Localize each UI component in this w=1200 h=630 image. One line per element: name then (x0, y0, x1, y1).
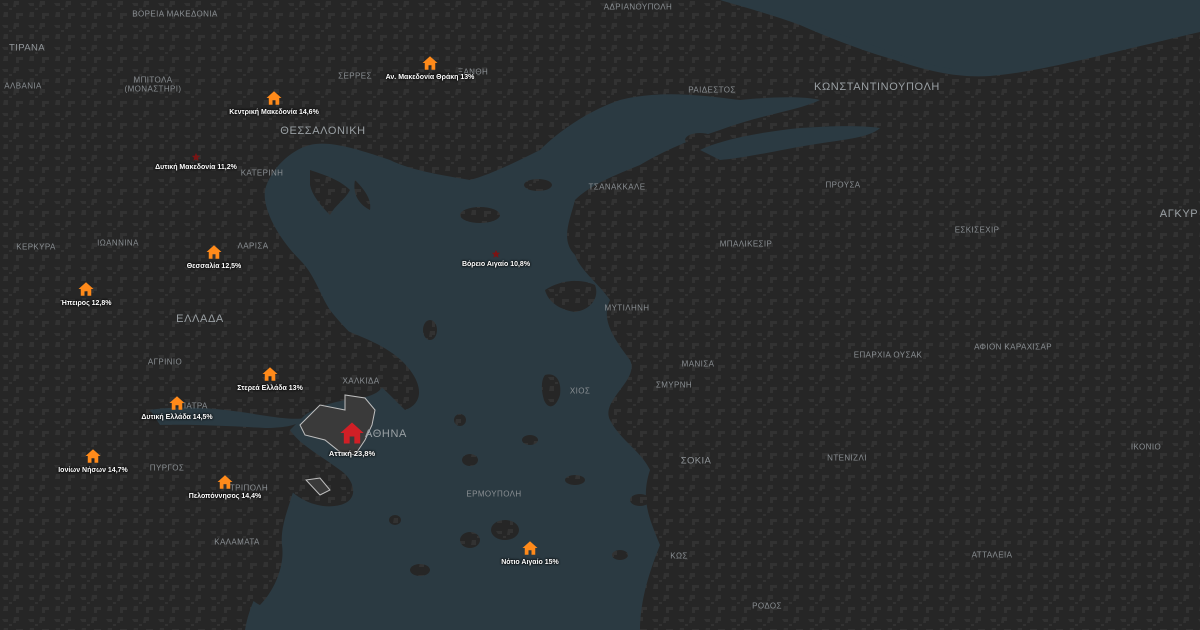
marker-label: Θεσσαλία 12,5% (186, 263, 242, 270)
marker-label: Αν. Μακεδονία Θράκη 13% (385, 74, 475, 81)
marker-label: Ήπειρος 12,8% (60, 300, 112, 307)
place-tsanakkale: ΤΣΑΝΑΚΚΑΛΕ (588, 182, 646, 192)
marker-label: Δυτική Μακεδονία 11,2% (155, 164, 237, 171)
place-smyrni: ΣΜΥΡΝΗ (655, 380, 693, 390)
place-kalamata: ΚΑΛΑΜΑΤΑ (214, 537, 260, 547)
place-manisa: ΜΑΝΙΣΑ (681, 359, 715, 369)
place-larisa: ΛΑΡΙΣΑ (237, 241, 269, 251)
place-ikonio: ΙΚΟΝΙΟ (1130, 442, 1162, 452)
marker-label: Κεντρική Μακεδονία 14,6% (229, 109, 319, 116)
place-eparchia-ousak: ΕΠΑΡΧΙΑ ΟΥΣΑΚ (853, 350, 923, 360)
place-soke: ΣΟΚΙΑ (680, 455, 712, 467)
place-prousa: ΠΡΟΥΣΑ (825, 180, 861, 190)
place-pyrgos: ΠΥΡΓΟΣ (149, 463, 185, 473)
map-canvas[interactable]: ΒΟΡΕΙΑ ΜΑΚΕΔΟΝΙΑ ΤΙΡΑΝΑ ΑΛΒΑΝΙΑ ΜΠΙΤΟΛΑ … (0, 0, 1200, 630)
place-tirana: ΤΙΡΑΝΑ (8, 42, 46, 54)
place-tripoli: ΤΡΙΠΟΛΗ (229, 483, 269, 493)
place-raidestos: ΡΑΙΔΕΣΤΟΣ (688, 85, 736, 95)
house-icon (340, 422, 364, 444)
place-kos: ΚΩΣ (670, 551, 688, 561)
house-icon (522, 541, 538, 555)
star-icon (191, 152, 201, 161)
house-icon (262, 367, 278, 381)
house-icon (422, 56, 438, 70)
place-afion: ΑΦΙΟΝ ΚΑΡΑΧΙΣΑΡ (974, 342, 1052, 352)
marker-label: Αττική 23,8% (328, 449, 376, 458)
place-bitola-alt: (ΜΟΝΑΣΤΗΡΙ) (124, 84, 182, 94)
place-athina: ΑΘΗΝΑ (365, 428, 407, 440)
place-rodos: ΡΟΔΟΣ (752, 601, 782, 611)
place-ermoupoli: ΕΡΜΟΥΠΟΛΗ (466, 489, 522, 499)
marker-label: Στερεά Ελλάδα 13% (237, 385, 303, 392)
place-chios: ΧΙΟΣ (569, 386, 591, 396)
place-denizli: ΝΤΕΝΙΖΛΙ (827, 453, 867, 463)
place-ellada: ΕΛΛΑΔΑ (176, 313, 224, 325)
marker-label: Νότιο Αιγαίο 15% (501, 559, 559, 566)
marker-label: Πελοπόννησος 14,4% (188, 493, 262, 500)
place-agkyra: ΑΓΚΥΡ (1159, 208, 1199, 220)
place-ioannina: ΙΩΑΝΝΙΝΑ (97, 238, 139, 248)
place-agrinio: ΑΓΡΙΝΙΟ (147, 357, 183, 367)
marker-label: Ιονίων Νήσων 14,7% (58, 467, 128, 474)
place-konstantinoupoli: ΚΩΝΣΤΑΝΤΙΝΟΥΠΟΛΗ (814, 81, 940, 93)
marker-label: Βόρειο Αιγαίο 10,8% (461, 261, 531, 268)
house-icon (169, 396, 185, 410)
place-vorea-makedonia: ΒΟΡΕΙΑ ΜΑΚΕΔΟΝΙΑ (132, 9, 218, 19)
house-icon (266, 91, 282, 105)
place-eskisehir: ΕΣΚΙΣΕΧΙΡ (954, 225, 1000, 235)
place-thessaloniki: ΘΕΣΣΑΛΟΝΙΚΗ (280, 125, 366, 137)
star-icon (491, 249, 501, 258)
place-mytilini: ΜΥΤΙΛΗΝΗ (604, 303, 650, 313)
place-adrianoupoli: ΑΔΡΙΑΝΟΥΠΟΛΗ (603, 2, 673, 12)
place-attaleia: ΑΤΤΑΛΕΙΑ (971, 550, 1013, 560)
house-icon (78, 282, 94, 296)
place-chalkida: ΧΑΛΚΙΔΑ (342, 376, 380, 386)
place-kerkyra: ΚΕΡΚΥΡΑ (16, 242, 56, 252)
place-katerini: ΚΑΤΕΡΙΝΗ (240, 168, 284, 178)
house-icon (206, 245, 222, 259)
marker-label: Δυτική Ελλάδα 14,5% (141, 414, 213, 421)
place-serres: ΣΕΡΡΕΣ (338, 71, 372, 81)
house-icon (217, 475, 233, 489)
place-albania: ΑΛΒΑΝΙΑ (4, 81, 42, 91)
place-balikesir: ΜΠΑΛΙΚΕΣΙΡ (719, 239, 773, 249)
place-bitola: ΜΠΙΤΟΛΑ (133, 75, 173, 85)
house-icon (85, 449, 101, 463)
